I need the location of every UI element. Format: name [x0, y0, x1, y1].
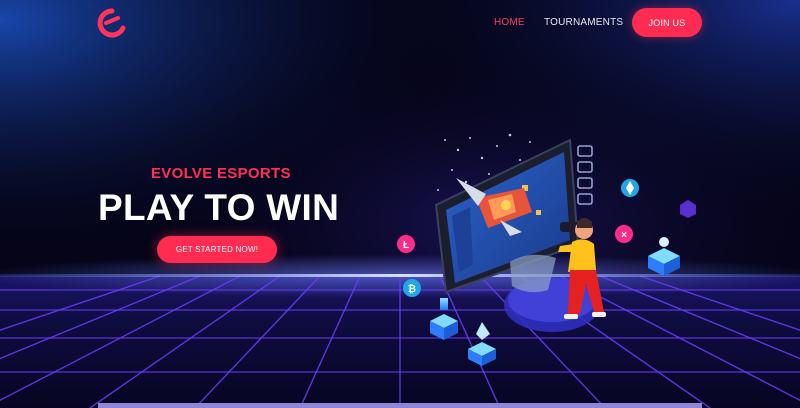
hero-eyebrow: EVOLVE ESPORTS [151, 165, 291, 182]
join-us-button[interactable]: JOIN US [632, 8, 702, 37]
svg-text:₿: ₿ [408, 283, 416, 295]
svg-text:×: × [621, 230, 627, 241]
xrp-icon: × [615, 225, 633, 243]
hero-headline: PLAY TO WIN [98, 187, 340, 228]
get-started-button[interactable]: GET STARTED NOW! [157, 236, 277, 263]
litecoin-icon: Ł [397, 235, 415, 253]
next-section-edge [98, 403, 702, 408]
nav-link-home[interactable]: HOME [494, 17, 525, 28]
nav-link-tournaments[interactable]: TOURNAMENTS [544, 17, 623, 28]
ethereum-icon [621, 179, 639, 197]
logo-icon[interactable] [96, 8, 128, 38]
svg-text:Ł: Ł [403, 240, 409, 251]
bitcoin-icon: ₿ [403, 279, 421, 297]
